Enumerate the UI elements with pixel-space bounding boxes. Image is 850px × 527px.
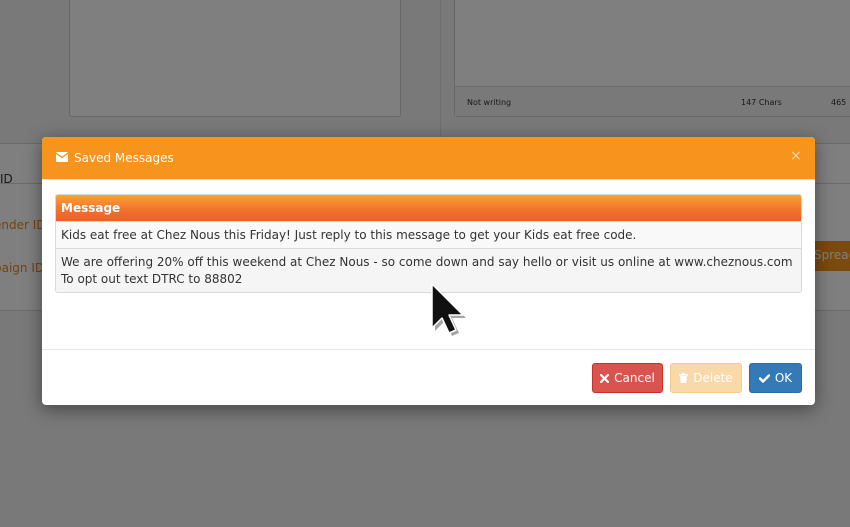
saved-messages-modal: Saved Messages × Message Kids eat free a… <box>42 137 815 405</box>
trash-icon <box>679 373 689 383</box>
cancel-button[interactable]: Cancel <box>592 363 663 393</box>
ok-button[interactable]: OK <box>749 363 802 393</box>
delete-button-label: Delete <box>693 371 733 385</box>
modal-footer: Cancel Delete OK <box>42 349 815 405</box>
envelope-icon <box>55 151 69 165</box>
message-row[interactable]: Kids eat free at Chez Nous this Friday! … <box>56 221 801 248</box>
message-row[interactable]: We are offering 20% off this weekend at … <box>56 248 801 292</box>
check-icon <box>758 373 770 383</box>
messages-table: Message Kids eat free at Chez Nous this … <box>55 194 802 293</box>
delete-button[interactable]: Delete <box>670 363 742 393</box>
cancel-button-label: Cancel <box>614 371 655 385</box>
modal-header: Saved Messages × <box>42 137 815 180</box>
ok-button-label: OK <box>774 371 793 385</box>
modal-title-text: Saved Messages <box>74 151 174 165</box>
messages-table-header: Message <box>56 195 801 221</box>
times-icon <box>600 373 610 383</box>
modal-title: Saved Messages <box>55 151 174 165</box>
close-icon[interactable]: × <box>790 149 802 163</box>
